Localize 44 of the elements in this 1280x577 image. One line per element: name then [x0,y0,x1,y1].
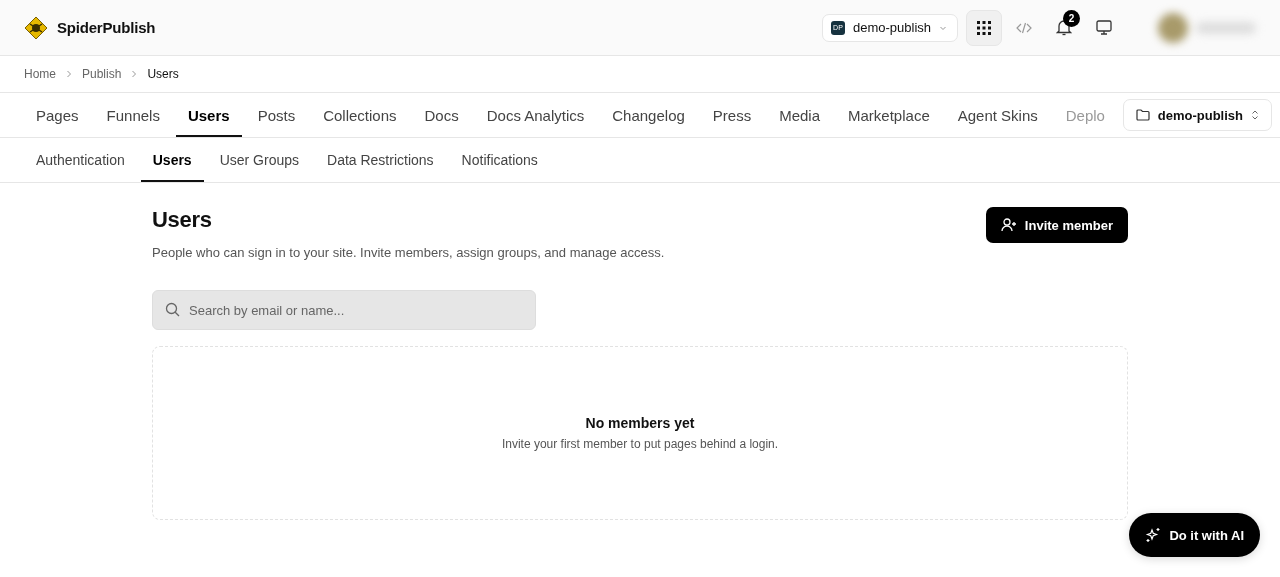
nav-tab[interactable]: Marketplace [836,93,942,137]
nav-tab[interactable]: Docs [412,93,471,137]
folder-icon [1135,109,1150,121]
sub-tab[interactable]: Data Restrictions [315,138,446,182]
search-field[interactable]: Search by email or name... [152,290,536,330]
nav-tab[interactable]: Collections [311,93,409,137]
avatar[interactable] [1156,10,1256,45]
empty-state-text: Invite your first member to put pages behind a login. [501,437,779,451]
brand-name: SpiderPublish [57,19,156,36]
sub-tab[interactable]: Notifications [449,138,550,182]
search-icon [165,302,180,317]
add-user-icon [1000,218,1017,232]
site-selector[interactable]: demo-publish [1122,99,1272,131]
chevron-right-icon [66,70,72,78]
code-icon [1016,20,1032,35]
grid-icon [977,20,991,35]
nav-tab[interactable]: Users [175,93,242,137]
sub-tab[interactable]: User Groups [207,138,311,182]
breadcrumb-link[interactable]: Publish [82,67,122,81]
nav-tab[interactable]: Pages [24,93,91,137]
nav-tab[interactable]: Posts [245,93,308,137]
sub-tab[interactable]: Users [140,138,204,182]
nav-tab[interactable]: Changelog [600,93,697,137]
ai-assist-button[interactable]: Do it with AI [1129,513,1260,557]
up-down-chevron-icon [1251,109,1259,121]
nav-tab[interactable]: Funnels [94,93,172,137]
nav-tab[interactable]: Press [700,93,764,137]
breadcrumb-current: Users [147,67,179,81]
breadcrumb-link[interactable]: Home [24,67,56,81]
notification-count: 2 [1063,9,1080,27]
nav-tab[interactable]: Docs Analytics [474,93,597,137]
sub-tab[interactable]: Authentication [24,138,137,182]
invite-member-button[interactable]: Invite member [985,207,1128,243]
page-description: People who can sign in to your site. Invite members, assign groups, and manage access. [152,245,665,260]
sparkle-icon [1145,527,1162,543]
logo-icon [24,15,48,40]
page-title: Users [152,207,213,233]
apps-grid-button[interactable] [966,9,1002,46]
chevron-right-icon [131,70,138,78]
empty-state-title: No members yet [585,415,695,431]
nav-tab[interactable]: Media [767,93,832,137]
notifications-button[interactable]: 2 [1046,9,1082,46]
monitor-icon [1096,20,1112,35]
nav-tab[interactable]: Agent Skins [945,93,1050,137]
